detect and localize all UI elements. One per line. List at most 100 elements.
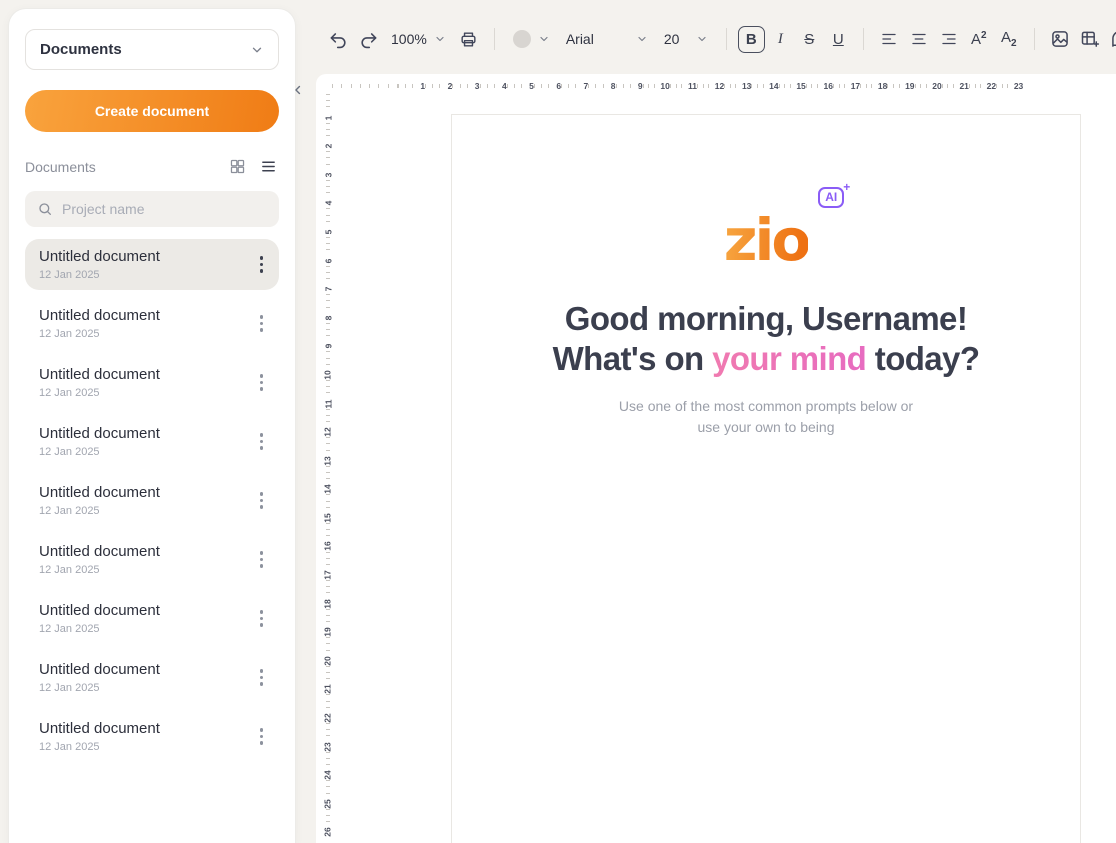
document-title: Untitled document — [39, 720, 160, 737]
main-area: 100% Arial 20 B I S U — [304, 0, 1116, 843]
align-right-button[interactable] — [935, 25, 963, 53]
superscript-mark: 2 — [981, 30, 987, 41]
document-page[interactable]: zio AI + Good morning, Username! What's … — [451, 114, 1081, 843]
document-item-menu-button[interactable] — [250, 368, 274, 397]
align-left-button[interactable] — [875, 25, 903, 53]
image-icon — [1050, 29, 1070, 49]
grid-view-button[interactable] — [227, 156, 248, 177]
insert-image-button[interactable] — [1046, 25, 1074, 53]
document-title: Untitled document — [39, 307, 160, 324]
chevron-left-icon — [291, 81, 305, 99]
document-list-item[interactable]: Untitled document 12 Jan 2025 — [25, 711, 279, 762]
document-date: 12 Jan 2025 — [39, 741, 160, 753]
font-size-select[interactable]: 20 — [657, 31, 715, 47]
print-button[interactable] — [455, 25, 483, 53]
list-view-icon — [260, 158, 277, 175]
collection-selector-label: Documents — [40, 41, 122, 58]
chevron-down-icon — [538, 33, 550, 45]
comment-icon — [1110, 29, 1116, 49]
document-title: Untitled document — [39, 366, 160, 383]
zoom-value: 100% — [391, 31, 427, 47]
sidebar: Documents Create document Documents Unti… — [8, 8, 296, 843]
document-item-menu-button[interactable] — [250, 604, 274, 633]
document-item-menu-button[interactable] — [250, 309, 274, 338]
zio-logo-text: zio — [724, 206, 809, 274]
document-date: 12 Jan 2025 — [39, 564, 160, 576]
chevron-down-icon — [434, 33, 446, 45]
text-color-select[interactable] — [506, 30, 557, 48]
document-item-menu-button[interactable] — [250, 486, 274, 515]
search-input[interactable] — [62, 201, 267, 217]
insert-table-button[interactable] — [1076, 25, 1104, 53]
toolbar-divider — [863, 28, 864, 50]
font-size-value: 20 — [664, 31, 680, 47]
undo-icon — [329, 30, 348, 49]
editor-toolbar: 100% Arial 20 B I S U — [304, 0, 1116, 74]
chevron-down-icon — [636, 33, 648, 45]
chevron-down-icon — [250, 43, 264, 57]
align-center-button[interactable] — [905, 25, 933, 53]
font-family-select[interactable]: Arial — [559, 31, 655, 47]
greeting-subtitle: Use one of the most common prompts below… — [452, 396, 1080, 439]
greeting-heading: Good morning, Username! What's on your m… — [452, 299, 1080, 380]
document-list-item[interactable]: Untitled document 12 Jan 2025 — [25, 534, 279, 585]
document-date: 12 Jan 2025 — [39, 269, 160, 281]
document-date: 12 Jan 2025 — [39, 328, 160, 340]
document-item-menu-button[interactable] — [250, 427, 274, 456]
ai-badge-plus-icon: + — [843, 180, 850, 194]
zio-logo: zio AI + — [724, 211, 809, 269]
underline-button[interactable]: U — [825, 26, 852, 53]
document-title: Untitled document — [39, 484, 160, 501]
document-list-item[interactable]: Untitled document 12 Jan 2025 — [25, 652, 279, 703]
greeting-line2: What's on your mind today? — [452, 339, 1080, 379]
superscript-label: A — [971, 31, 981, 48]
greeting-line1: Good morning, Username! — [452, 299, 1080, 339]
align-left-icon — [880, 30, 898, 48]
subscript-mark: 2 — [1011, 38, 1017, 49]
document-date: 12 Jan 2025 — [39, 446, 160, 458]
document-date: 12 Jan 2025 — [39, 682, 160, 694]
comment-button[interactable] — [1106, 25, 1116, 53]
document-item-menu-button[interactable] — [250, 250, 274, 279]
grid-view-icon — [229, 158, 246, 175]
undo-button[interactable] — [324, 25, 352, 53]
ai-badge: AI + — [818, 187, 844, 208]
align-center-icon — [910, 30, 928, 48]
document-item-menu-button[interactable] — [250, 545, 274, 574]
document-item-menu-button[interactable] — [250, 663, 274, 692]
redo-icon — [359, 30, 378, 49]
italic-button[interactable]: I — [767, 26, 794, 53]
document-list-item[interactable]: Untitled document 12 Jan 2025 — [25, 239, 279, 290]
toolbar-divider — [726, 28, 727, 50]
list-view-button[interactable] — [258, 156, 279, 177]
create-document-button[interactable]: Create document — [25, 90, 279, 132]
document-title: Untitled document — [39, 602, 160, 619]
print-icon — [459, 30, 478, 49]
document-title: Untitled document — [39, 425, 160, 442]
document-list-item[interactable]: Untitled document 12 Jan 2025 — [25, 357, 279, 408]
document-list-header: Documents — [25, 156, 279, 177]
zoom-select[interactable]: 100% — [384, 31, 453, 47]
document-date: 12 Jan 2025 — [39, 387, 160, 399]
document-list-item[interactable]: Untitled document 12 Jan 2025 — [25, 593, 279, 644]
align-right-icon — [940, 30, 958, 48]
color-swatch-icon — [513, 30, 531, 48]
document-list-item[interactable]: Untitled document 12 Jan 2025 — [25, 475, 279, 526]
document-list: Untitled document 12 Jan 2025 Untitled d… — [25, 239, 279, 762]
document-title: Untitled document — [39, 661, 160, 678]
document-item-menu-button[interactable] — [250, 722, 274, 751]
document-title: Untitled document — [39, 543, 160, 560]
redo-button[interactable] — [354, 25, 382, 53]
search-icon — [37, 201, 53, 217]
superscript-button[interactable]: A2 — [965, 25, 993, 53]
document-list-item[interactable]: Untitled document 12 Jan 2025 — [25, 416, 279, 467]
toolbar-divider — [1034, 28, 1035, 50]
ai-badge-label: AI — [825, 190, 837, 204]
bold-button[interactable]: B — [738, 26, 765, 53]
search-box — [25, 191, 279, 227]
collection-selector[interactable]: Documents — [25, 29, 279, 70]
strikethrough-button[interactable]: S — [796, 26, 823, 53]
subscript-button[interactable]: A2 — [995, 25, 1023, 53]
document-date: 12 Jan 2025 — [39, 505, 160, 517]
document-list-item[interactable]: Untitled document 12 Jan 2025 — [25, 298, 279, 349]
